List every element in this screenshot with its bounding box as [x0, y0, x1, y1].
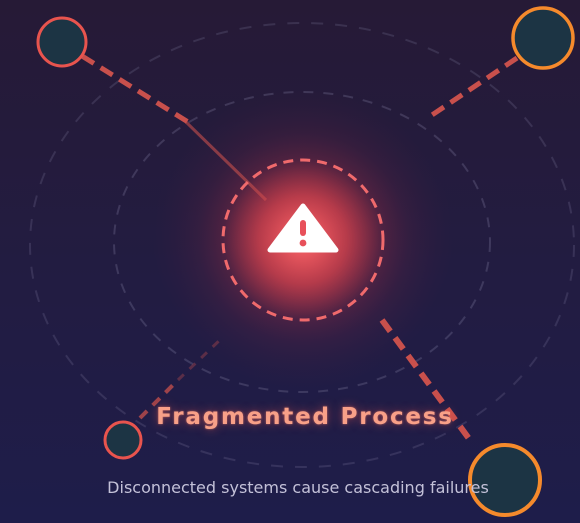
- connection-top-right: [430, 55, 519, 118]
- network-diagram: [29, 6, 575, 517]
- node-top-right: [511, 6, 575, 70]
- node-top-left: [36, 16, 88, 68]
- fragmented-process-card: Fragmented Process Disconnected systems …: [0, 0, 580, 523]
- card-description: Disconnected systems cause cascading fai…: [107, 478, 489, 497]
- card-title: Fragmented Process: [156, 404, 454, 430]
- connection-top-left: [80, 53, 190, 125]
